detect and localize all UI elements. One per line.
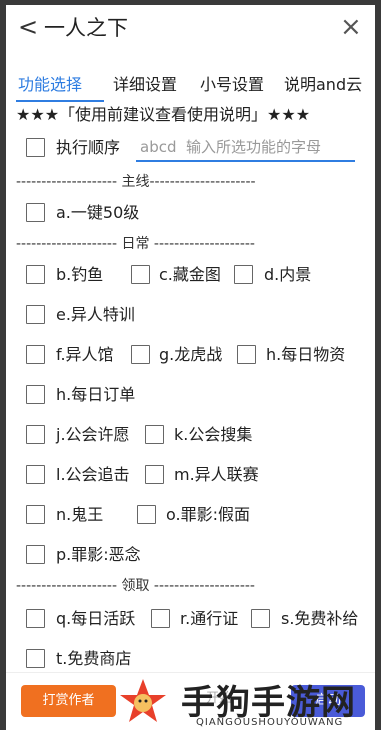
option-label-q: q.每日活跃 (56, 609, 136, 628)
section-divider-daily: -------------------- 日常 ----------------… (16, 236, 255, 252)
tab-instructions-cloud[interactable]: 说明and云 (284, 74, 362, 96)
order-checkbox[interactable] (26, 138, 45, 157)
option-label-p: p.罪影:恶念 (56, 545, 141, 564)
option-label-f: f.异人馆 (56, 345, 114, 364)
option-label-j: j.公会许愿 (56, 425, 130, 444)
tab-function-select[interactable]: 功能选择 (18, 74, 82, 96)
checkbox-r[interactable] (151, 609, 170, 628)
checkbox-m[interactable] (145, 465, 164, 484)
checkbox-e[interactable] (26, 305, 45, 324)
option-label-o: o.罪影:假面 (166, 505, 250, 524)
section-divider-collect: -------------------- 领取 ----------------… (16, 578, 255, 594)
checkbox-l[interactable] (26, 465, 45, 484)
checkbox-s[interactable] (251, 609, 270, 628)
title-bar: < 一人之下 × (6, 5, 375, 51)
usage-notice: ★★★「使用前建议查看使用说明」★★★ (16, 105, 311, 124)
order-input[interactable] (136, 134, 355, 162)
checkbox-o[interactable] (137, 505, 156, 524)
checkbox-k[interactable] (145, 425, 164, 444)
option-label-s: s.免费补给 (281, 609, 359, 628)
checkbox-j[interactable] (26, 425, 45, 444)
tab-alt-account-settings[interactable]: 小号设置 (200, 74, 264, 96)
app-window: < 一人之下 × 功能选择 详细设置 小号设置 说明and云 ★★★「使用前建议… (6, 5, 375, 730)
reward-author-button[interactable]: 打赏作者 (21, 685, 116, 717)
checkbox-g[interactable] (131, 345, 150, 364)
watermark-subtext: QIANGOUSHOUYOUWANG (196, 717, 344, 728)
option-label-t: t.免费商店 (56, 649, 132, 668)
footer-bar: 打赏作者 开始 启动 手狗手游网 QIANGOUSHOUYOUWANG (6, 672, 375, 730)
section-divider-main: -------------------- 主线-----------------… (16, 174, 256, 190)
checkbox-q[interactable] (26, 609, 45, 628)
checkbox-f[interactable] (26, 345, 45, 364)
checkbox-p[interactable] (26, 545, 45, 564)
checkbox-b[interactable] (26, 265, 45, 284)
option-label-d: d.内景 (264, 265, 312, 284)
tab-bar: 功能选择 详细设置 小号设置 说明and云 (6, 70, 375, 102)
option-label-h-supplies: h.每日物资 (266, 345, 346, 364)
page-title: 一人之下 (44, 16, 128, 40)
checkbox-h-supplies[interactable] (237, 345, 256, 364)
checkbox-n[interactable] (26, 505, 45, 524)
option-label-a: a.一键50级 (56, 203, 140, 222)
checkbox-a[interactable] (26, 203, 45, 222)
option-label-c: c.藏金图 (159, 265, 221, 284)
option-label-k: k.公会搜集 (174, 425, 253, 444)
option-label-l: l.公会追击 (56, 465, 130, 484)
watermark-logo-icon (120, 679, 166, 722)
tab-detail-settings[interactable]: 详细设置 (113, 74, 177, 96)
option-label-e: e.异人特训 (56, 305, 135, 324)
active-tab-indicator (16, 100, 104, 102)
back-icon[interactable]: < (18, 15, 38, 39)
checkbox-h-orders[interactable] (26, 385, 45, 404)
option-label-b: b.钓鱼 (56, 265, 104, 284)
option-label-m: m.异人联赛 (174, 465, 259, 484)
checkbox-d[interactable] (234, 265, 253, 284)
option-label-h-orders: h.每日订单 (56, 385, 136, 404)
close-icon[interactable]: × (340, 14, 362, 40)
checkbox-t[interactable] (26, 649, 45, 668)
checkbox-c[interactable] (131, 265, 150, 284)
order-label: 执行顺序 (56, 138, 121, 157)
option-label-g: g.龙虎战 (159, 345, 223, 364)
option-label-n: n.鬼王 (56, 505, 104, 524)
option-label-r: r.通行证 (180, 609, 239, 628)
